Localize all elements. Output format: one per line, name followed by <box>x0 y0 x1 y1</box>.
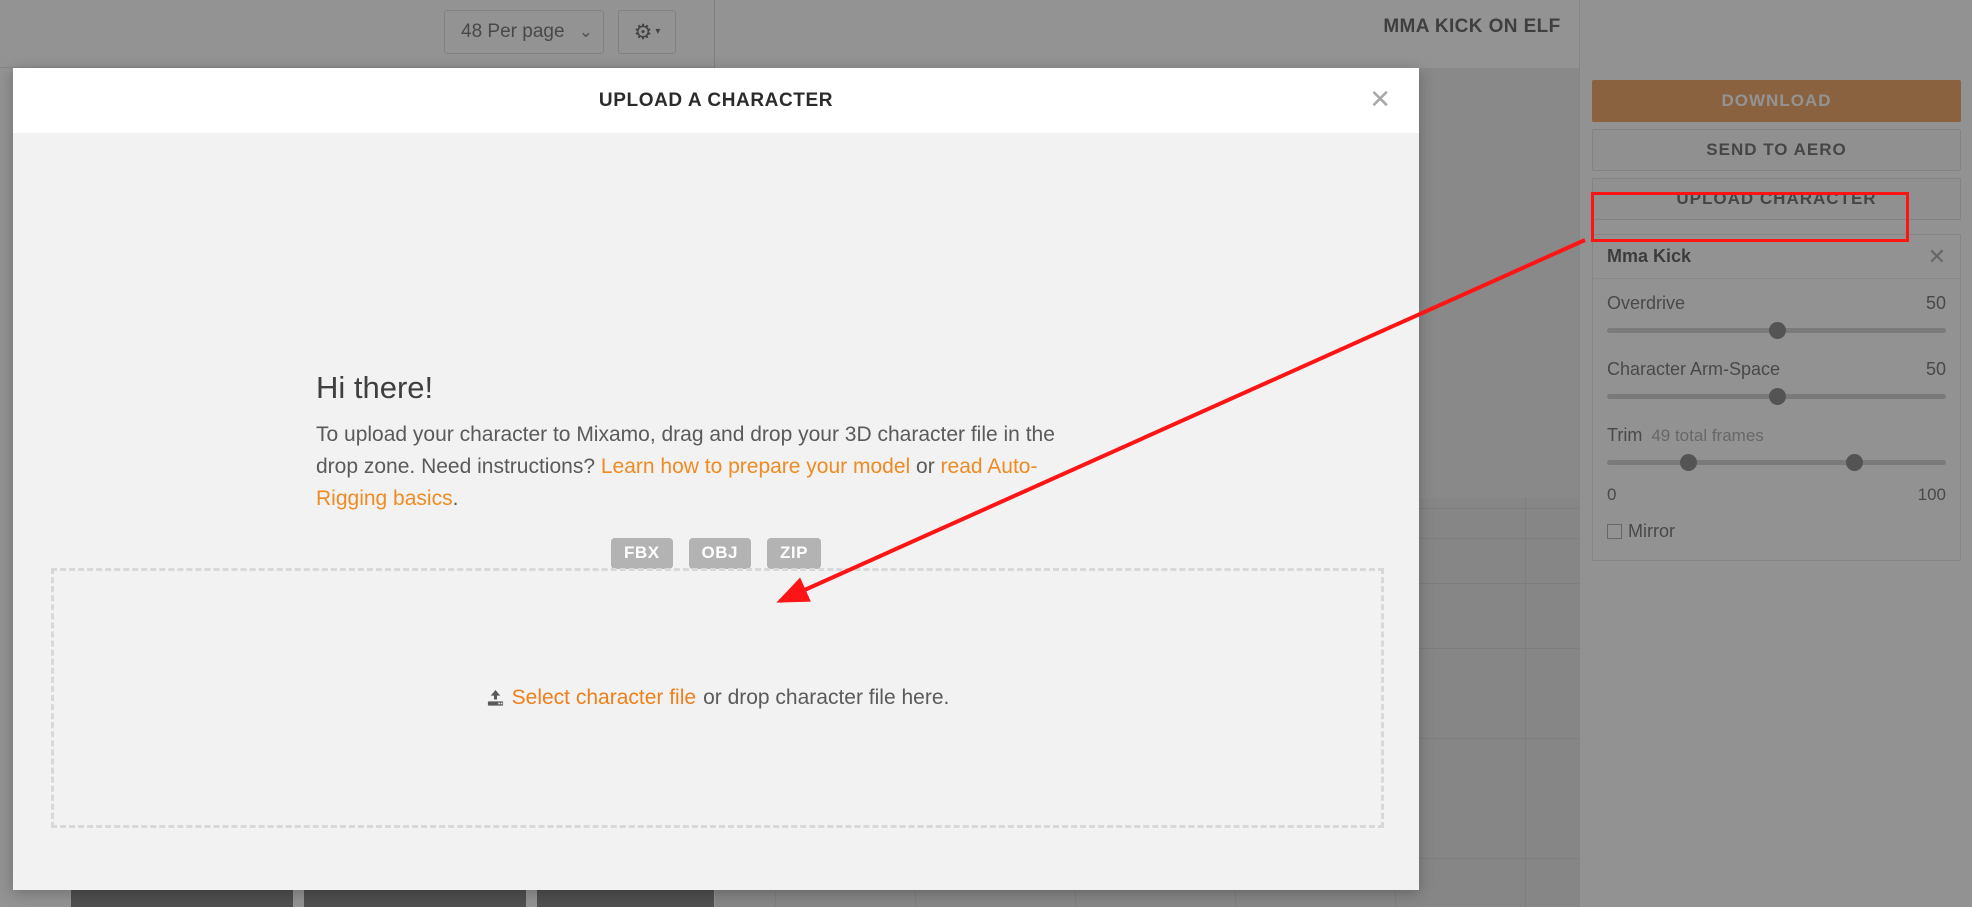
modal-header: UPLOAD A CHARACTER ✕ <box>13 68 1419 133</box>
modal-instructions: To upload your character to Mixamo, drag… <box>316 419 1061 515</box>
select-character-file-link[interactable]: Select character file <box>512 686 696 710</box>
close-icon[interactable]: ✕ <box>1369 86 1391 112</box>
file-dropzone[interactable]: Select character file or drop character … <box>51 568 1384 828</box>
format-badge-fbx: FBX <box>611 538 673 569</box>
format-badge-zip: ZIP <box>767 538 821 569</box>
instructions-text-3: . <box>452 487 459 510</box>
modal-body: Hi there! To upload your character to Mi… <box>13 133 1419 890</box>
modal-title: UPLOAD A CHARACTER <box>598 89 834 111</box>
prepare-model-link[interactable]: Learn how to prepare your model <box>601 455 910 478</box>
upload-character-modal: UPLOAD A CHARACTER ✕ Hi there! To upload… <box>13 68 1419 890</box>
supported-formats: FBX OBJ ZIP <box>13 538 1419 569</box>
format-badge-obj: OBJ <box>688 538 751 569</box>
upload-icon <box>486 689 505 708</box>
modal-heading: Hi there! <box>316 370 434 405</box>
dropzone-text: Select character file or drop character … <box>486 686 950 710</box>
screen: Breakdance Uprock Var 2 Breakdance 1990 <box>0 0 1972 907</box>
dropzone-hint: or drop character file here. <box>703 686 950 709</box>
instructions-text-2: or <box>910 455 941 478</box>
